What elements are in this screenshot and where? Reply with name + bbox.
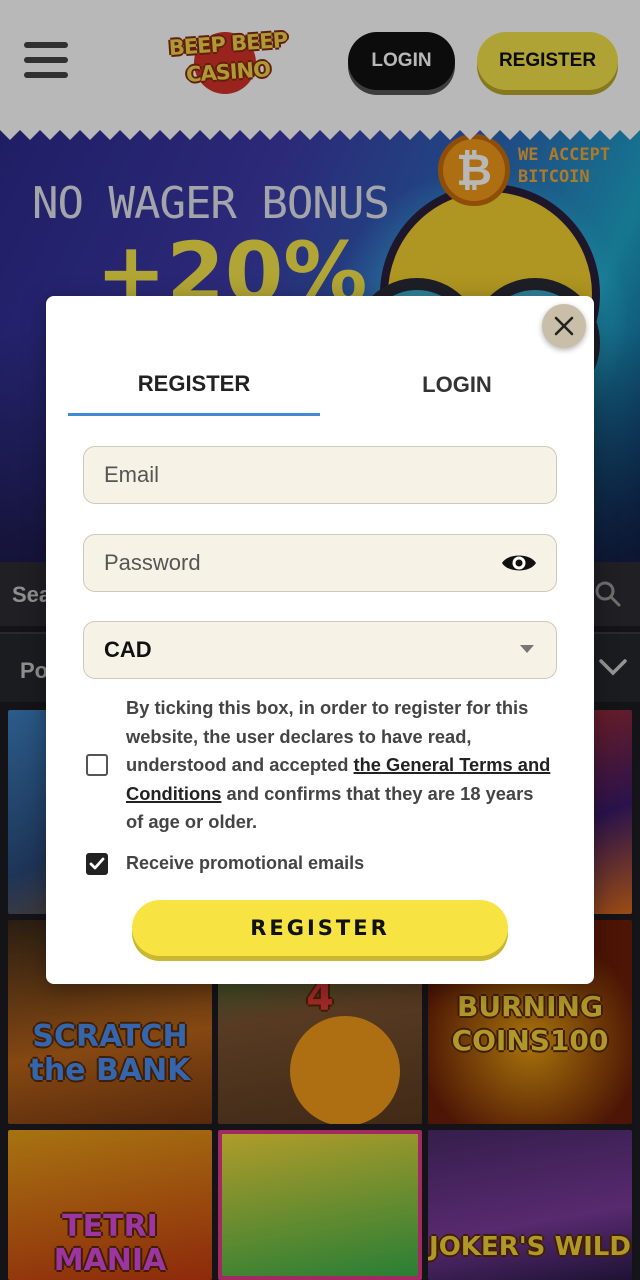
tab-register[interactable]: REGISTER (68, 354, 320, 416)
tab-login[interactable]: LOGIN (330, 354, 584, 416)
terms-checkbox[interactable] (86, 754, 108, 776)
close-glyph (554, 316, 574, 336)
password-field[interactable]: Password (83, 534, 557, 592)
eye-icon[interactable] (500, 548, 538, 578)
promo-label[interactable]: Receive promotional emails (126, 853, 364, 874)
close-icon[interactable] (542, 304, 586, 348)
terms-text: By ticking this box, in order to registe… (126, 694, 554, 837)
register-submit-button[interactable]: REGISTER (132, 900, 508, 956)
email-field[interactable]: Email (83, 446, 557, 504)
checkmark-icon (89, 857, 105, 870)
select-caret-icon[interactable] (520, 645, 534, 653)
promo-checkbox[interactable] (86, 853, 108, 875)
currency-select[interactable]: CAD (83, 621, 557, 679)
